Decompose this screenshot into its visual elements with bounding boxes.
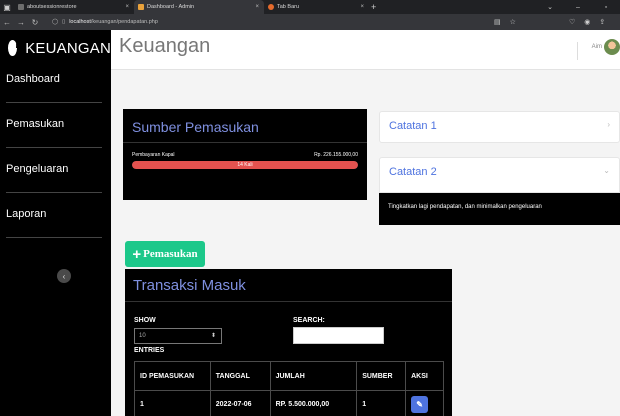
page-title: Keuangan xyxy=(119,35,211,57)
url-path: /keuangan/pendapatan.php xyxy=(90,19,158,25)
avatar[interactable] xyxy=(604,39,620,55)
sidebar-item-label: Laporan xyxy=(6,208,47,220)
edit-button[interactable]: ✎ xyxy=(411,396,429,413)
card-title: Sumber Pemasukan xyxy=(123,109,367,143)
address-bar: ← → ↻ ◯ ▯ localhost/keuangan/pendapatan.… xyxy=(0,14,620,30)
catatan-2-body: Tingkatkan lagi pendapatan, dan minimalk… xyxy=(379,193,620,225)
entries-select[interactable]: 10 ⬍ xyxy=(134,328,222,344)
catatan-2-accordion[interactable]: Catatan 2 ⌄ xyxy=(379,157,620,193)
close-tab-icon[interactable]: × xyxy=(125,4,129,10)
back-icon[interactable]: ← xyxy=(0,18,14,27)
browser-tab-session[interactable]: aboutsessionrestore × xyxy=(14,0,134,14)
card-title: Transaksi Masuk xyxy=(125,269,452,302)
button-label: Pemasukan xyxy=(143,248,198,260)
table-header-row: ID PEMASUKAN TANGGAL JUMLAH SUMBER AKSI xyxy=(134,361,444,391)
sidebar-item-dashboard[interactable]: Dashboard xyxy=(0,66,111,111)
topbar: Keuangan Aim xyxy=(111,30,620,70)
tab-list-chevron-icon[interactable]: ⌄ xyxy=(536,3,564,11)
sumber-pemasukan-card: Sumber Pemasukan Pembayaran Kapal Rp. 22… xyxy=(123,109,367,200)
tab-overview-icon[interactable]: ▣ xyxy=(0,0,14,14)
accordion-title: Catatan 2 xyxy=(389,166,437,178)
close-tab-icon[interactable]: × xyxy=(255,4,259,10)
plus-icon: + xyxy=(132,245,142,263)
transaksi-table: ID PEMASUKAN TANGGAL JUMLAH SUMBER AKSI … xyxy=(134,361,444,416)
maximize-icon[interactable]: ▫ xyxy=(592,4,620,11)
account-icon[interactable]: ◉ xyxy=(584,18,590,26)
sidebar: KEUANGAN Dashboard Pemasukan Pengeluaran… xyxy=(0,30,111,416)
page-icon: ▯ xyxy=(62,19,66,25)
chevron-right-icon: › xyxy=(607,120,610,129)
source-name: Pembayaran Kapal xyxy=(132,152,175,158)
chevron-down-icon: ⌄ xyxy=(603,166,610,175)
sidebar-divider xyxy=(6,102,102,103)
column-header[interactable]: JUMLAH xyxy=(269,361,358,391)
address-actions: ▤ ☆ xyxy=(485,14,516,30)
column-header: AKSI xyxy=(405,361,444,391)
search-label: SEARCH: xyxy=(293,317,325,324)
sidebar-divider xyxy=(6,237,102,238)
browser-tab-dashboard[interactable]: Dashboard - Admin × xyxy=(134,0,264,14)
url-field[interactable]: ◯ ▯ localhost/keuangan/pendapatan.php xyxy=(52,19,158,25)
reader-mode-icon[interactable]: ▤ xyxy=(494,18,501,26)
show-label: SHOW xyxy=(134,317,156,324)
shield-icon: ◯ xyxy=(52,19,59,25)
transaksi-masuk-card: Transaksi Masuk SHOW SEARCH: 10 ⬍ ENTRIE… xyxy=(125,269,452,416)
sidebar-item-pemasukan[interactable]: Pemasukan xyxy=(0,111,111,156)
firefox-icon xyxy=(268,4,274,10)
sidebar-divider xyxy=(6,192,102,193)
table-row: 1 2022-07-06 RP. 5.500.000,00 1 ✎ xyxy=(134,390,444,416)
window-controls: ⌄ – ▫ xyxy=(536,0,620,14)
search-input[interactable] xyxy=(293,327,384,344)
source-amount: Rp. 226.155.000,00 xyxy=(314,152,358,158)
sidebar-item-label: Dashboard xyxy=(6,73,60,85)
reload-icon[interactable]: ↻ xyxy=(28,18,42,27)
cell-jumlah: RP. 5.500.000,00 xyxy=(269,390,358,416)
new-tab-icon[interactable]: + xyxy=(371,2,376,12)
source-progress-bar: 14 Kali xyxy=(132,161,358,169)
close-tab-icon[interactable]: × xyxy=(360,4,364,10)
bookmark-star-icon[interactable]: ☆ xyxy=(510,18,516,26)
column-header[interactable]: TANGGAL xyxy=(209,361,271,391)
sidebar-item-pengeluaran[interactable]: Pengeluaran xyxy=(0,156,111,201)
select-caret-icon: ⬍ xyxy=(210,333,216,339)
sidebar-toggle-button[interactable]: ‹ xyxy=(57,269,71,283)
tab-title: Tab Baru xyxy=(277,4,300,10)
progress-fill: 14 Kali xyxy=(132,161,358,169)
chevron-left-icon: ‹ xyxy=(62,271,66,281)
tab-title: Dashboard - Admin xyxy=(147,4,195,10)
sidebar-item-laporan[interactable]: Laporan xyxy=(0,201,111,246)
column-header[interactable]: ID PEMASUKAN xyxy=(134,361,211,391)
source-row: Pembayaran Kapal Rp. 226.155.000,00 xyxy=(123,143,367,158)
cell-sumber: 1 xyxy=(356,390,407,416)
minimize-icon[interactable]: – xyxy=(564,4,592,11)
cell-id: 1 xyxy=(134,390,211,416)
catatan-1-accordion[interactable]: Catatan 1 › xyxy=(379,111,620,143)
add-pemasukan-button[interactable]: + Pemasukan xyxy=(125,241,205,267)
url-host: localhost xyxy=(69,19,91,25)
entries-value: 10 xyxy=(139,333,146,339)
sidebar-brand[interactable]: KEUANGAN xyxy=(0,30,111,66)
browser-tab-bar: ▣ aboutsessionrestore × Dashboard - Admi… xyxy=(0,0,620,14)
user-name[interactable]: Aim xyxy=(592,44,602,50)
pocket-icon[interactable]: ♡ xyxy=(569,18,575,26)
topbar-divider xyxy=(577,42,578,60)
tab-favicon-icon xyxy=(18,4,24,10)
sidebar-item-label: Pemasukan xyxy=(6,118,65,130)
cell-tanggal: 2022-07-06 xyxy=(209,390,271,416)
column-header[interactable]: SUMBER xyxy=(356,361,407,391)
extensions-icon[interactable]: ⇪ xyxy=(599,18,605,26)
tab-favicon-icon xyxy=(138,4,144,10)
pie-chart-icon xyxy=(8,40,18,56)
toolbar-actions: ♡ ◉ ⇪ xyxy=(560,14,605,30)
browser-tab-new[interactable]: Tab Baru × xyxy=(264,0,369,14)
cell-aksi: ✎ xyxy=(405,390,444,416)
tab-title: aboutsessionrestore xyxy=(27,4,77,10)
brand-label: KEUANGAN xyxy=(25,39,111,57)
sidebar-divider xyxy=(6,147,102,148)
entries-label: ENTRIES xyxy=(134,347,165,354)
edit-icon: ✎ xyxy=(416,400,423,409)
forward-icon[interactable]: → xyxy=(14,18,28,27)
accordion-title: Catatan 1 xyxy=(389,120,437,132)
sidebar-item-label: Pengeluaran xyxy=(6,163,69,175)
